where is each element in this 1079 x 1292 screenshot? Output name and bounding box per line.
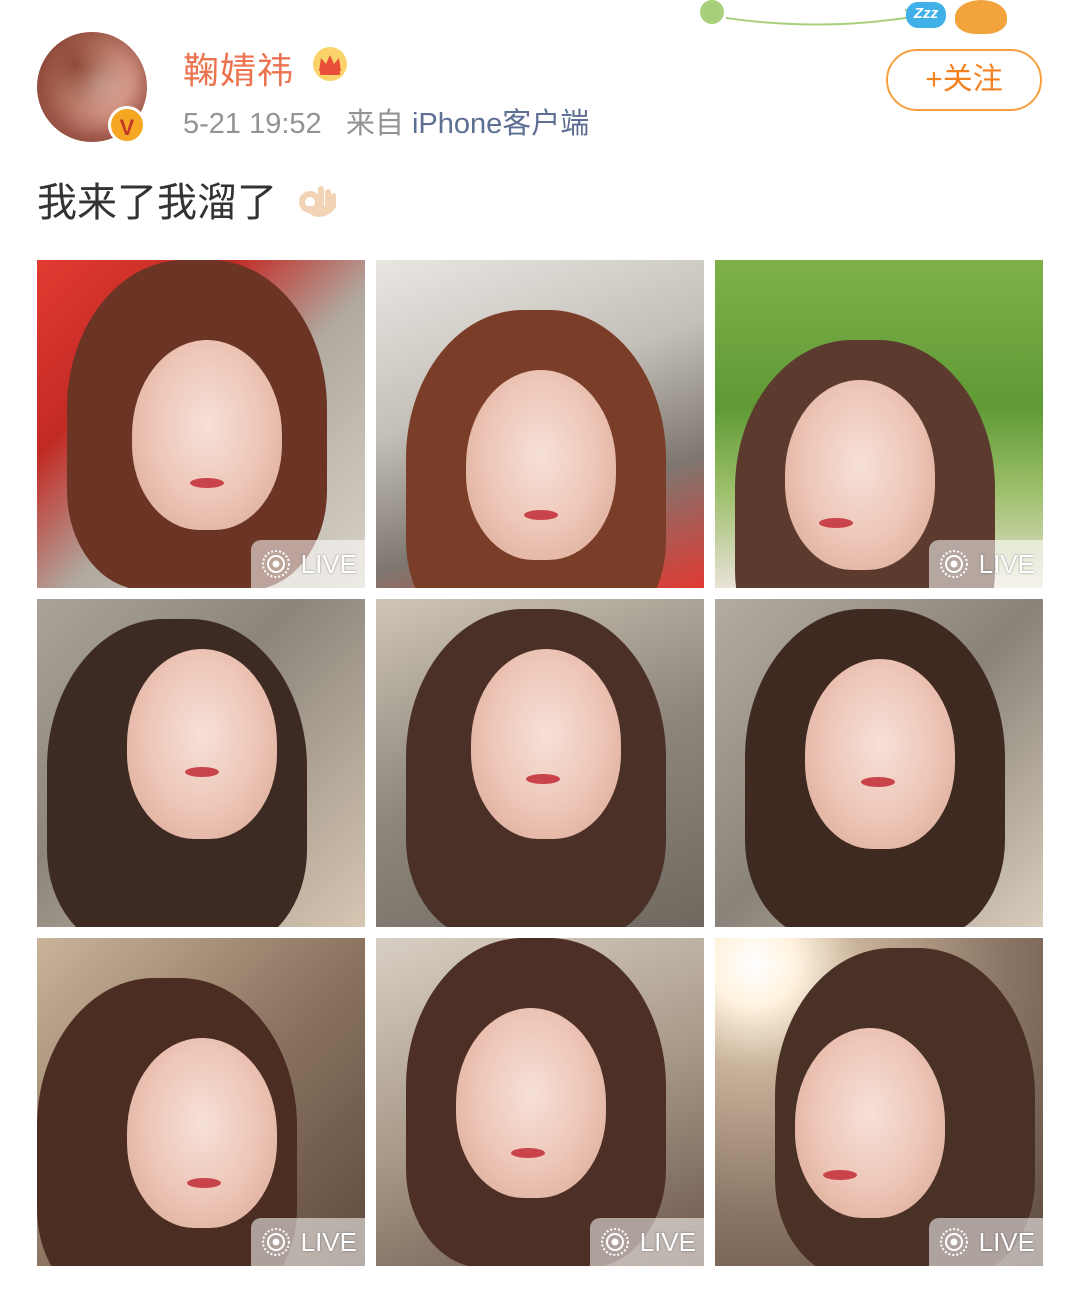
decorative-doodle-icon (700, 0, 936, 26)
sleep-zzz-icon: Zzz (906, 2, 946, 28)
post-text: 我来了我溜了 (37, 170, 340, 228)
photo-thumbnail[interactable] (37, 599, 365, 927)
crown-icon (313, 47, 347, 81)
source-prefix: 来自 (345, 108, 404, 140)
post-text-content: 我来了我溜了 (37, 181, 277, 225)
weibo-post: Zzz V 鞠婧祎 5-21 19:52 来自 iPhone客户端 +关注 我来… (0, 0, 1079, 1292)
live-badge: LIVE (251, 540, 365, 588)
live-photo-icon (262, 550, 290, 578)
photo-thumbnail[interactable] (715, 599, 1043, 927)
cat-sticker-icon (955, 0, 1007, 34)
follow-button[interactable]: +关注 (886, 49, 1042, 111)
photo-thumbnail[interactable]: LIVE (376, 938, 704, 1266)
verified-badge-icon: V (108, 106, 146, 144)
live-badge: LIVE (929, 1218, 1043, 1266)
live-photo-icon (262, 1228, 290, 1256)
live-badge: LIVE (251, 1218, 365, 1266)
post-meta: 5-21 19:52 来自 iPhone客户端 (183, 100, 589, 142)
photo-thumbnail[interactable]: LIVE (37, 938, 365, 1266)
post-timestamp: 5-21 19:52 (183, 108, 322, 140)
live-photo-icon (940, 1228, 968, 1256)
ok-hand-emoji-icon (299, 186, 337, 217)
username[interactable]: 鞠婧祎 (183, 42, 294, 94)
live-photo-icon (940, 550, 968, 578)
photo-thumbnail[interactable]: LIVE (715, 260, 1043, 588)
live-badge: LIVE (590, 1218, 704, 1266)
source-client-link[interactable]: iPhone客户端 (412, 108, 589, 140)
photo-thumbnail[interactable]: LIVE (715, 938, 1043, 1266)
photo-thumbnail[interactable] (376, 599, 704, 927)
photo-thumbnail[interactable]: LIVE (37, 260, 365, 588)
photo-thumbnail[interactable] (376, 260, 704, 588)
photo-grid: LIVE LIVE LIVE LIVE LIVE (37, 260, 1043, 1266)
live-badge: LIVE (929, 540, 1043, 588)
live-photo-icon (601, 1228, 629, 1256)
